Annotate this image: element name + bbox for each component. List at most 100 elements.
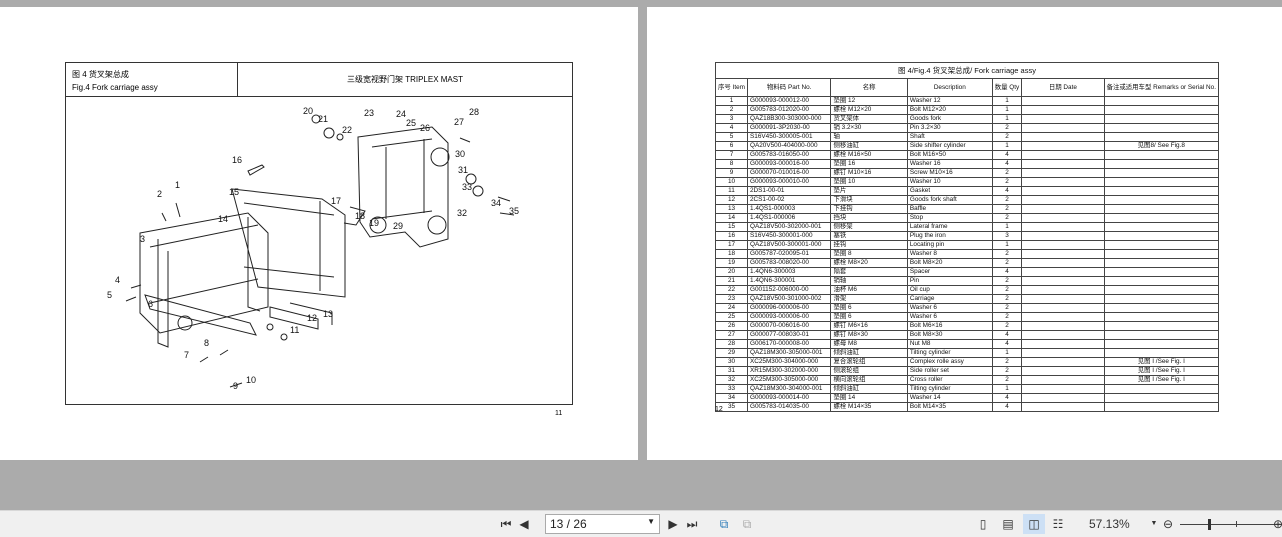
table-row: 19 G005783-008020-00 螺栓 M8×20 Bolt M8×20 2 [715,258,1220,268]
cell-desc: Bolt M6×16 [906,321,993,331]
single-page-icon[interactable]: ▯ [975,516,991,532]
cell-date [1021,285,1105,295]
cell-part: XR15M300-302000-000 [746,366,832,376]
col-desc: Description [906,78,993,97]
col-part: 物料码 Part No. [746,78,832,97]
cell-qty: 2 [991,285,1023,295]
cell-item: 2 [715,105,748,115]
cell-date [1021,159,1105,169]
table-row: 12 2CS1-00-02 下滑块 Goods fork shaft 2 [715,195,1220,205]
cell-qty: 4 [991,330,1023,340]
cell-qty: 2 [991,177,1023,187]
cell-cn: 下滑块 [830,195,908,205]
callout-label: 25 [406,118,416,128]
two-page-icon[interactable]: ◫ [1023,514,1045,534]
cell-item: 29 [715,348,748,358]
cell-date [1021,312,1105,322]
cell-date [1021,366,1105,376]
cell-qty: 2 [991,123,1023,133]
cell-qty: 4 [991,339,1023,349]
cell-cn: 螺栓 M16×50 [830,150,908,160]
cell-desc: Washer 10 [906,177,993,187]
last-page-icon[interactable]: ⏭ [684,516,700,532]
cell-cn: 挡块 [830,213,908,223]
cell-date [1021,267,1105,277]
cell-part: S16V450-300005-001 [746,132,832,142]
cell-remarks [1103,150,1220,160]
callout-label: 3 [140,234,145,244]
cell-qty: 4 [991,186,1023,196]
cell-qty: 4 [991,393,1023,403]
table-row: 14 1.4QS1-000006 挡块 Stop 2 [715,213,1220,223]
zoom-slider-thumb[interactable] [1208,519,1211,530]
cell-cn: 垫圈 14 [830,393,908,403]
cell-item: 8 [715,159,748,169]
cell-remarks [1103,177,1220,187]
cell-cn: 螺钉 M10×16 [830,168,908,178]
table-row: 8 G000093-000016-00 垫圈 16 Washer 16 4 [715,159,1220,169]
zoom-level[interactable]: 57.13% [1089,517,1130,531]
cell-desc: Bolt M14×35 [906,402,993,412]
callout-label: 28 [469,107,479,117]
cell-item: 31 [715,366,748,376]
cell-part: G005783-016050-00 [746,150,832,160]
page-number-input[interactable]: 13 / 26 ▼ [545,514,660,534]
prev-page-icon[interactable]: ◀ [517,516,531,532]
cell-item: 24 [715,303,748,313]
table-row: 29 QAZ18M300-305000-001 倾斜油缸 Tilting cylind… [715,348,1220,358]
cell-item: 1 [715,96,748,106]
cell-item: 34 [715,393,748,403]
cell-remarks [1103,258,1220,268]
cell-remarks [1103,195,1220,205]
first-page-icon[interactable]: ⏮ [498,516,514,532]
cell-qty: 1 [991,141,1023,151]
zoom-dropdown-icon[interactable]: ▼ [1149,516,1159,532]
cell-desc: Goods fork [906,114,993,124]
cell-part: XC25M300-304000-000 [746,357,832,367]
cell-date [1021,204,1105,214]
cell-qty: 1 [991,240,1023,250]
cell-cn: 塞铁 [830,231,908,241]
cell-item: 15 [715,222,748,232]
col-cn: 名称 [830,78,908,97]
table-row: 7 G005783-016050-00 螺栓 M16×50 Bolt M16×50 4 [715,150,1220,160]
cell-remarks: 见图 I /See Fig. I [1103,366,1220,376]
two-page-continuous-icon[interactable]: ☷ [1050,516,1066,532]
table-row: 17 QAZ18V500-300001-000 挂钩 Locating pin 1 [715,240,1220,250]
callout-label: 14 [218,214,228,224]
cell-qty: 2 [991,132,1023,142]
cell-part: 1.4QN6-300001 [746,276,832,286]
cell-remarks: 见图 I /See Fig. I [1103,375,1220,385]
cell-part: G001152-006000-00 [746,285,832,295]
cell-qty: 4 [991,159,1023,169]
table-row: 3 QAZ18B300-303000-000 货叉架体 Goods fork 1 [715,114,1220,124]
cell-date [1021,195,1105,205]
zoom-in-icon[interactable]: ⊕ [1270,516,1282,532]
cell-cn: 货叉架体 [830,114,908,124]
callout-label: 9 [233,381,238,391]
cell-date [1021,375,1105,385]
zoom-out-icon[interactable]: ⊖ [1160,516,1176,532]
cell-item: 21 [715,276,748,286]
cell-desc: Complex rolle assy [906,357,993,367]
cell-remarks: 见图 I /See Fig. I [1103,357,1220,367]
cell-remarks [1103,240,1220,250]
cell-qty: 2 [991,249,1023,259]
next-page-icon[interactable]: ▶ [666,516,680,532]
previous-view-icon[interactable]: ⧉ [715,516,733,532]
table-row: 11 2DS1-00-01 垫片 Gasket 4 [715,186,1220,196]
cell-remarks [1103,321,1220,331]
cell-date [1021,105,1105,115]
cell-item: 7 [715,150,748,160]
cell-qty: 1 [991,114,1023,124]
cell-desc: Washer 12 [906,96,993,106]
cell-item: 33 [715,384,748,394]
cell-cn: 垫片 [830,186,908,196]
zoom-slider[interactable] [1180,524,1282,525]
next-view-icon[interactable]: ⧉ [738,516,756,532]
continuous-page-icon[interactable]: ▤ [1000,516,1016,532]
cell-desc: Baffle [906,204,993,214]
chevron-down-icon[interactable]: ▼ [647,517,655,526]
table-row: 27 G000077-008030-01 螺钉 M8×30 Bolt M8×30 4 [715,330,1220,340]
cell-desc: Screw M10×16 [906,168,993,178]
